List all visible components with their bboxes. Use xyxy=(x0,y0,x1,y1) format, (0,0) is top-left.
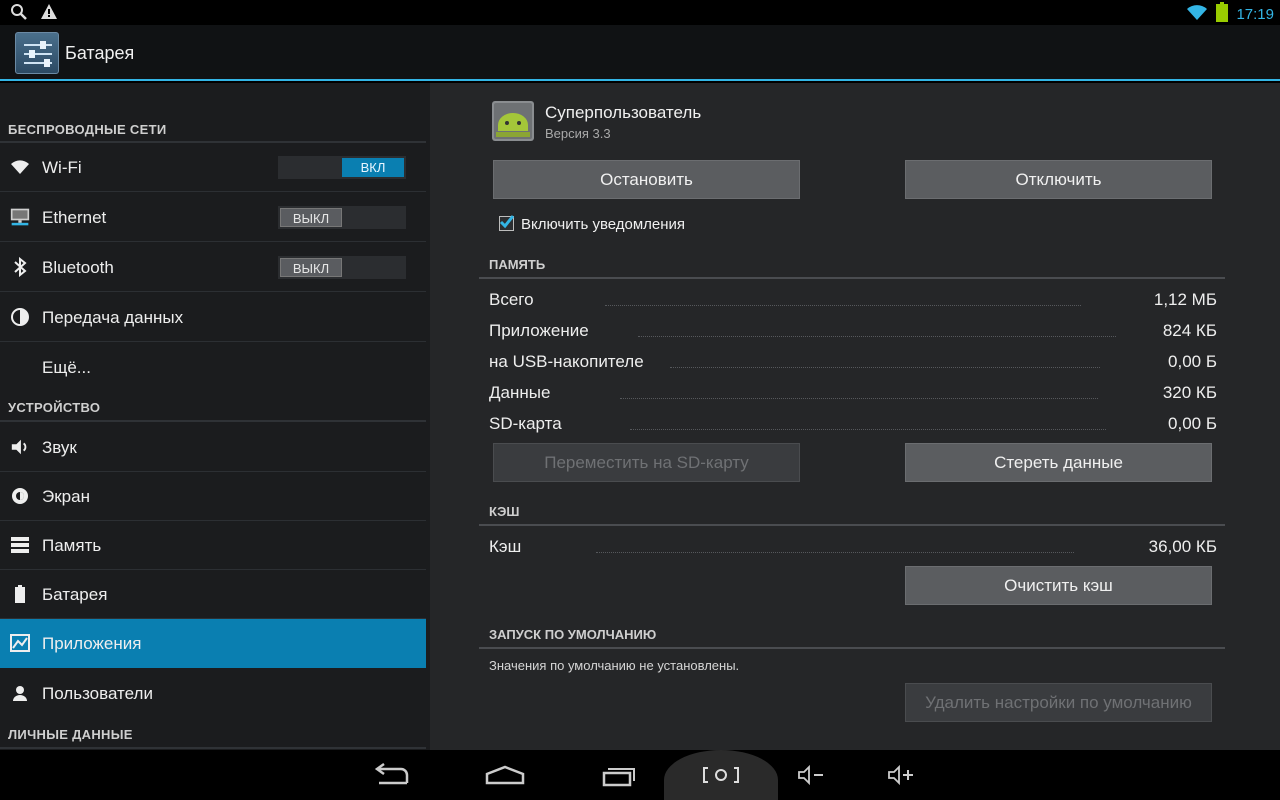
toggle-knob: ВКЛ xyxy=(342,158,404,177)
divider xyxy=(0,420,426,422)
sidebar-item-label: Приложения xyxy=(42,634,142,653)
screenshot-icon[interactable] xyxy=(695,758,747,792)
memory-row-value: 0,00 Б xyxy=(1168,414,1217,433)
clear-defaults-button[interactable]: Удалить настройки по умолчанию xyxy=(905,683,1212,722)
sidebar-item-label: Экран xyxy=(42,487,90,506)
dotted-leader xyxy=(596,552,1074,553)
sidebar-item-wifi[interactable]: Wi-Fi ВКЛ xyxy=(0,143,426,192)
speaker-icon xyxy=(10,437,30,457)
section-header-wireless: БЕСПРОВОДНЫЕ СЕТИ xyxy=(8,122,167,137)
sidebar-item-label: Wi-Fi xyxy=(42,158,82,177)
app-name: Суперпользователь xyxy=(545,103,702,122)
section-header-device: УСТРОЙСТВО xyxy=(8,400,101,415)
wifi-icon xyxy=(10,157,30,177)
storage-icon xyxy=(10,535,30,555)
section-header-personal: ЛИЧНЫЕ ДАННЫЕ xyxy=(8,727,133,742)
warning-icon xyxy=(40,3,58,26)
brightness-icon xyxy=(10,486,30,506)
sidebar-item-display[interactable]: Экран xyxy=(0,472,426,521)
clear-cache-button[interactable]: Очистить кэш xyxy=(905,566,1212,605)
wifi-toggle[interactable]: ВКЛ xyxy=(278,156,406,179)
wifi-icon xyxy=(1186,3,1208,26)
recent-apps-icon[interactable] xyxy=(594,758,646,792)
bluetooth-icon xyxy=(10,257,30,277)
battery-icon xyxy=(1216,2,1229,27)
memory-row-value: 0,00 Б xyxy=(1168,352,1217,371)
launch-default-text: Значения по умолчанию не установлены. xyxy=(489,658,740,673)
sidebar-item-data-usage[interactable]: Передача данных xyxy=(0,293,426,342)
battery-icon xyxy=(10,584,30,604)
sidebar-item-label: Bluetooth xyxy=(42,258,114,277)
search-icon xyxy=(10,3,28,26)
volume-up-icon[interactable] xyxy=(876,758,928,792)
action-bar: Батарея xyxy=(0,25,1280,81)
memory-row-label: на USB-накопителе xyxy=(489,352,644,371)
sidebar-item-label: Ethernet xyxy=(42,208,107,227)
home-icon[interactable] xyxy=(479,758,531,792)
memory-row-label: Данные xyxy=(489,383,551,402)
dotted-leader xyxy=(638,336,1116,337)
dotted-leader xyxy=(620,398,1098,399)
status-bar: 17:19 xyxy=(0,0,1280,25)
android-superuser-icon xyxy=(492,101,534,141)
app-info-panel: Суперпользователь Версия 3.3 Остановить … xyxy=(430,83,1280,750)
cache-row-label: Кэш xyxy=(489,537,522,556)
move-to-sd-button[interactable]: Переместить на SD-карту xyxy=(493,443,800,482)
navigation-bar xyxy=(0,750,1280,800)
volume-down-icon[interactable] xyxy=(786,758,838,792)
cache-row-value: 36,00 КБ xyxy=(1148,537,1217,556)
back-icon[interactable] xyxy=(365,758,417,792)
sidebar-item-label: Память xyxy=(42,536,102,555)
divider xyxy=(479,277,1225,279)
sidebar-item-sound[interactable]: Звук xyxy=(0,423,426,472)
toggle-knob: ВЫКЛ xyxy=(280,258,342,277)
user-icon xyxy=(10,683,30,703)
sidebar-item-label: Звук xyxy=(42,438,77,457)
memory-row-value: 320 КБ xyxy=(1162,383,1217,402)
sidebar-item-apps[interactable]: Приложения xyxy=(0,619,426,668)
sidebar-item-bluetooth[interactable]: Bluetooth ВЫКЛ xyxy=(0,243,426,292)
memory-row-label: Приложение xyxy=(489,321,589,340)
memory-row-label: Всего xyxy=(489,290,534,309)
notifications-checkbox[interactable] xyxy=(499,215,514,231)
toggle-knob: ВЫКЛ xyxy=(280,208,342,227)
divider xyxy=(479,647,1225,649)
data-usage-icon xyxy=(10,307,30,327)
section-header-launch-default: ЗАПУСК ПО УМОЛЧАНИЮ xyxy=(489,627,657,642)
memory-row-value: 824 КБ xyxy=(1162,321,1217,340)
sidebar-item-more[interactable]: Ещё... xyxy=(0,343,426,392)
clear-data-button[interactable]: Стереть данные xyxy=(905,443,1212,482)
sidebar-item-label: Пользователи xyxy=(42,684,153,703)
dotted-leader xyxy=(630,429,1106,430)
app-version: Версия 3.3 xyxy=(545,126,611,141)
sidebar-item-ethernet[interactable]: Ethernet ВЫКЛ xyxy=(0,193,426,242)
page-title: Батарея xyxy=(65,43,135,63)
settings-sliders-icon[interactable] xyxy=(15,32,59,74)
ethernet-icon xyxy=(10,207,30,227)
memory-row-label: SD-карта xyxy=(489,414,562,433)
section-header-memory: ПАМЯТЬ xyxy=(489,257,546,272)
notifications-label: Включить уведомления xyxy=(521,216,686,233)
disable-button[interactable]: Отключить xyxy=(905,160,1212,199)
dotted-leader xyxy=(670,367,1100,368)
memory-row-value: 1,12 МБ xyxy=(1153,290,1217,309)
divider xyxy=(0,747,426,749)
bluetooth-toggle[interactable]: ВЫКЛ xyxy=(278,256,406,279)
settings-sidebar: БЕСПРОВОДНЫЕ СЕТИ Wi-Fi ВКЛ Ethernet ВЫК… xyxy=(0,83,430,750)
sidebar-item-storage[interactable]: Память xyxy=(0,521,426,570)
sidebar-item-label: Ещё... xyxy=(42,358,91,377)
section-header-cache: КЭШ xyxy=(489,504,520,519)
dotted-leader xyxy=(605,305,1081,306)
ethernet-toggle[interactable]: ВЫКЛ xyxy=(278,206,406,229)
stop-button[interactable]: Остановить xyxy=(493,160,800,199)
divider xyxy=(479,524,1225,526)
apps-icon xyxy=(10,633,30,653)
sidebar-item-label: Передача данных xyxy=(42,308,184,327)
sidebar-item-battery[interactable]: Батарея xyxy=(0,570,426,619)
sidebar-item-users[interactable]: Пользователи xyxy=(0,669,426,718)
clock: 17:19 xyxy=(1236,6,1274,23)
sidebar-item-label: Батарея xyxy=(42,585,108,604)
